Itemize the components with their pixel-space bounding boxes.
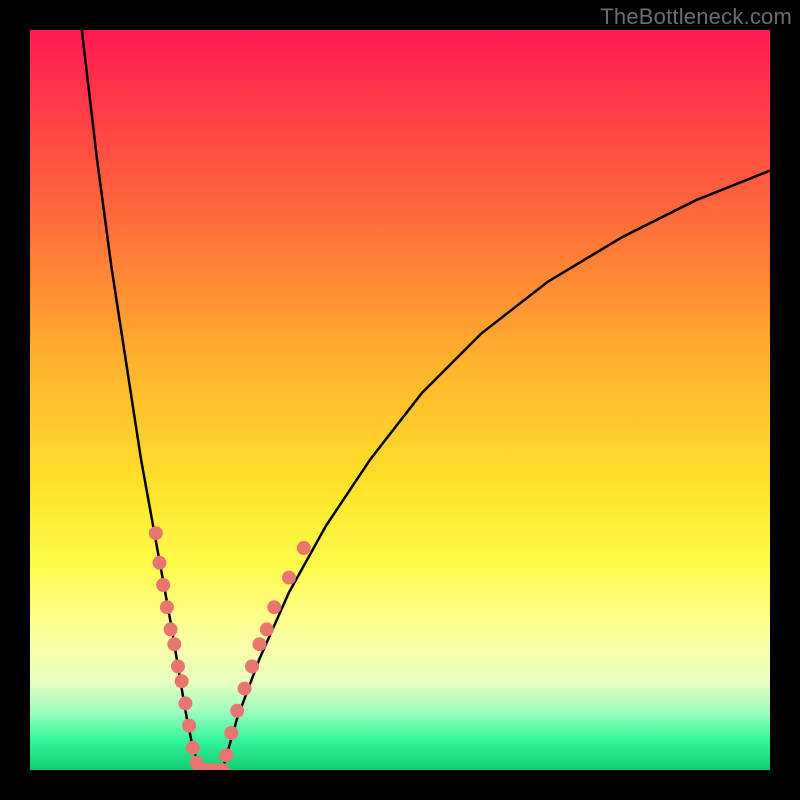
marker-dot (252, 637, 266, 651)
curve-right-branch (222, 171, 770, 770)
chart-stage: TheBottleneck.com (0, 0, 800, 800)
marker-dot (182, 719, 196, 733)
marker-dot (167, 637, 181, 651)
marker-dot (238, 682, 252, 696)
marker-dot (178, 696, 192, 710)
data-markers (149, 526, 311, 770)
marker-dot (230, 704, 244, 718)
watermark-text: TheBottleneck.com (600, 4, 792, 30)
marker-dot (153, 556, 167, 570)
marker-dot (245, 659, 259, 673)
curve-layer (30, 30, 770, 770)
plot-area (30, 30, 770, 770)
marker-dot (219, 748, 233, 762)
marker-dot (164, 622, 178, 636)
marker-dot (156, 578, 170, 592)
marker-dot (267, 600, 281, 614)
marker-dot (224, 726, 238, 740)
marker-dot (175, 674, 189, 688)
marker-dot (160, 600, 174, 614)
marker-dot (260, 622, 274, 636)
marker-dot (171, 659, 185, 673)
marker-dot (186, 741, 200, 755)
marker-dot (149, 526, 163, 540)
curve-left-branch (82, 30, 200, 770)
marker-dot (282, 571, 296, 585)
marker-dot (297, 541, 311, 555)
